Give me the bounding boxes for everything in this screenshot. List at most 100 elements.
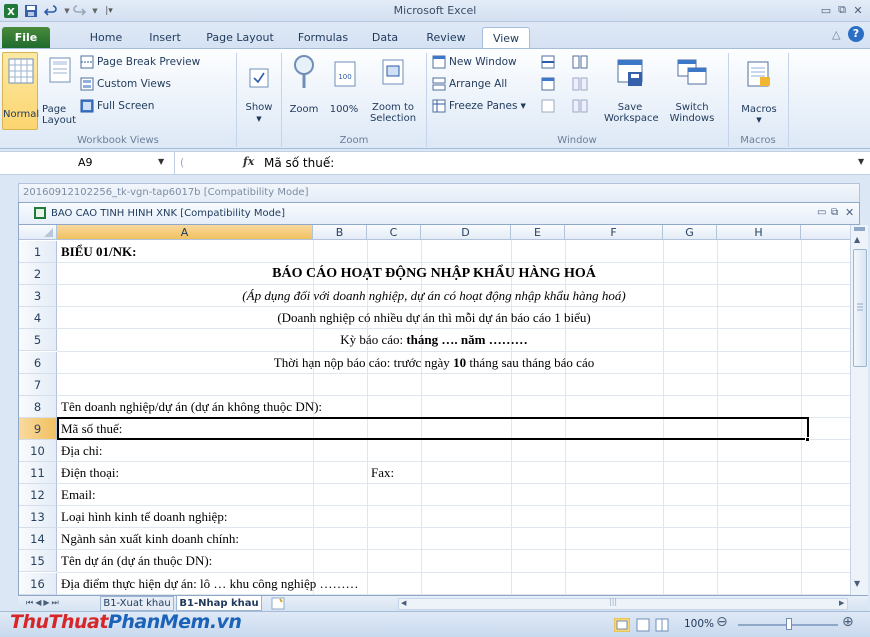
tab-page-layout[interactable]: Page Layout (200, 27, 280, 48)
page-break-preview-button[interactable]: Page Break Preview (80, 55, 200, 69)
cell-a1[interactable]: BIỂU 01/NK: (61, 244, 136, 263)
column-header-d[interactable]: D (421, 225, 511, 240)
tab-insert[interactable]: Insert (140, 27, 190, 48)
cell-a11[interactable]: Điện thoại: (61, 465, 119, 484)
tab-home[interactable]: Home (82, 27, 130, 48)
column-header-g[interactable]: G (663, 225, 717, 240)
tab-data[interactable]: Data (362, 27, 408, 48)
scroll-up-icon[interactable]: ▲ (854, 235, 860, 244)
column-header-b[interactable]: B (313, 225, 367, 240)
cell-c11[interactable]: Fax: (371, 465, 394, 481)
scroll-down-icon[interactable]: ▼ (854, 579, 860, 588)
minimize-icon[interactable]: ▭ (818, 2, 834, 18)
freeze-panes-button[interactable]: Freeze Panes ▼ (432, 99, 526, 113)
split-icon[interactable] (541, 55, 555, 69)
row-header-7[interactable]: 7 (19, 373, 57, 396)
name-box-dropdown-icon[interactable]: ▼ (158, 157, 164, 166)
workbook-icon[interactable] (33, 206, 47, 220)
column-header-e[interactable]: E (511, 225, 565, 240)
formula-input[interactable]: Mã số thuế: (264, 156, 334, 170)
synchronous-scrolling-icon[interactable] (572, 77, 588, 91)
name-box[interactable]: A9 ▼ (0, 152, 175, 174)
insert-worksheet-icon[interactable] (268, 597, 288, 610)
column-header-f[interactable]: F (565, 225, 663, 240)
normal-view-status-icon[interactable] (614, 618, 630, 632)
page-break-status-icon[interactable] (655, 618, 669, 632)
scroll-right-icon[interactable]: ▶ (839, 599, 844, 607)
cell-a4[interactable]: (Doanh nghiệp có nhiều dự án thì mỗi dự … (57, 310, 811, 329)
restore-icon[interactable]: ⧉ (834, 2, 850, 18)
normal-view-button[interactable]: Normal (2, 52, 39, 130)
full-screen-button[interactable]: Full Screen (80, 99, 154, 113)
horizontal-scrollbar[interactable]: ◀ ||| ▶ (398, 597, 848, 610)
sheet-tab-xuat-khau[interactable]: B1-Xuat khau (100, 596, 174, 611)
column-header-h[interactable]: H (717, 225, 801, 240)
row-header-2[interactable]: 2 (19, 263, 57, 286)
cell-a10[interactable]: Địa chỉ: (61, 443, 103, 462)
row-header-4[interactable]: 4 (19, 307, 57, 330)
unhide-icon[interactable] (541, 99, 555, 113)
switch-windows-button[interactable]: Switch Windows (664, 52, 720, 130)
column-header-c[interactable]: C (367, 225, 421, 240)
split-box[interactable] (854, 227, 865, 231)
background-workbook-window[interactable]: 20160912102256_tk-vgn-tap6017b [Compatib… (18, 183, 860, 203)
tab-view[interactable]: View (482, 27, 530, 48)
cell-a3[interactable]: (Áp dụng đối với doanh nghiệp, dự án có … (57, 288, 811, 307)
custom-views-button[interactable]: Custom Views (80, 77, 171, 91)
column-header-a[interactable]: A (57, 225, 313, 240)
arrange-all-button[interactable]: Arrange All (432, 77, 507, 91)
reset-window-position-icon[interactable] (572, 99, 588, 113)
workbook-close-icon[interactable]: ✕ (845, 206, 854, 219)
ribbon-minimize-icon[interactable]: △ (832, 28, 840, 41)
view-side-by-side-icon[interactable] (572, 55, 588, 69)
tab-file[interactable]: File (2, 27, 50, 48)
close-icon[interactable]: ✕ (850, 2, 866, 18)
row-header-12[interactable]: 12 (19, 484, 57, 507)
zoom-out-icon[interactable]: ⊖ (716, 614, 728, 630)
row-header-10[interactable]: 10 (19, 439, 57, 462)
cell-a5[interactable]: Kỳ báo cáo: tháng …. năm ……… (57, 332, 811, 351)
page-layout-view-button[interactable]: Page Layout (40, 52, 78, 130)
cell-a13[interactable]: Loại hình kinh tế doanh nghiệp: (61, 509, 227, 528)
zoom-slider-thumb[interactable] (786, 618, 792, 630)
row-header-15[interactable]: 15 (19, 550, 57, 573)
new-window-button[interactable]: New Window (432, 55, 517, 69)
column-header-i[interactable] (801, 225, 850, 240)
cell-a16[interactable]: Địa điểm thực hiện dự án: lô … khu công … (61, 576, 359, 595)
formula-bar-resize-icon[interactable]: ( (180, 156, 184, 169)
cell-a12[interactable]: Email: (61, 487, 96, 506)
show-button[interactable]: Show ▼ (240, 52, 278, 130)
sheet-nav-icon[interactable]: ⏮◀▶⏭ (26, 598, 61, 608)
insert-function-icon[interactable]: fx (243, 155, 254, 168)
zoom-to-selection-button[interactable]: Zoom to Selection (366, 52, 420, 130)
workbook-restore-icon[interactable]: ⧉ (831, 207, 838, 218)
row-header-5[interactable]: 5 (19, 329, 57, 352)
worksheet-grid[interactable]: A B C D E F G H 1 BIỂU 01/NK: 2 BÁO CÁO HOẠ… (18, 225, 850, 595)
tab-formulas[interactable]: Formulas (290, 27, 356, 48)
macros-button[interactable]: Macros ▼ (734, 52, 784, 130)
cell-a2[interactable]: BÁO CÁO HOẠT ĐỘNG NHẬP KHẨU HÀNG HOÁ (57, 266, 811, 285)
vertical-scrollbar[interactable]: ▲ ▼ (850, 225, 868, 595)
cell-a14[interactable]: Ngành sản xuất kinh doanh chính: (61, 531, 239, 550)
row-header-11[interactable]: 11 (19, 462, 57, 485)
scroll-thumb[interactable] (853, 249, 867, 367)
row-header-14[interactable]: 14 (19, 528, 57, 551)
sheet-tab-nhap-khau[interactable]: B1-Nhap khau (176, 596, 262, 611)
hide-icon[interactable] (541, 77, 555, 91)
page-layout-status-icon[interactable] (636, 618, 650, 632)
row-header-16[interactable]: 16 (19, 572, 57, 595)
row-header-9[interactable]: 9 (19, 417, 57, 440)
cell-a15[interactable]: Tên dự án (dự án thuộc DN): (61, 553, 212, 572)
zoom-100-button[interactable]: 100 100% (325, 52, 363, 130)
tab-review[interactable]: Review (418, 27, 474, 48)
help-icon[interactable]: ? (848, 26, 864, 42)
cell-a8[interactable]: Tên doanh nghiệp/dự án (dự án không thuộ… (61, 399, 322, 418)
expand-formula-bar-icon[interactable]: ▼ (858, 157, 864, 166)
select-all-corner[interactable] (19, 225, 57, 240)
zoom-in-icon[interactable]: ⊕ (842, 614, 854, 630)
save-workspace-button[interactable]: Save Workspace (604, 52, 659, 130)
zoom-level[interactable]: 100% (684, 618, 714, 630)
scroll-left-icon[interactable]: ◀ (401, 599, 406, 607)
row-header-13[interactable]: 13 (19, 506, 57, 529)
fill-handle[interactable] (805, 436, 810, 442)
